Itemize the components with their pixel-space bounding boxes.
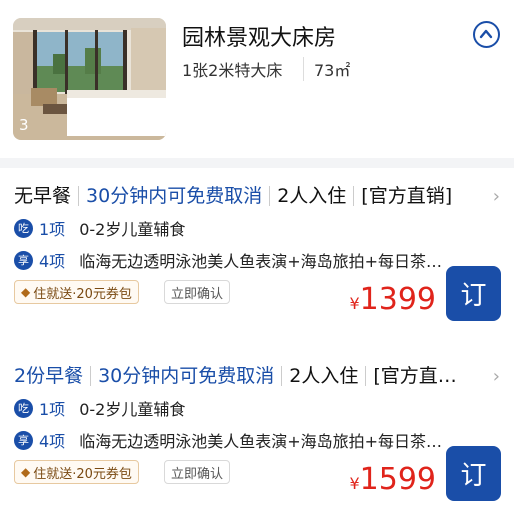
perk-row[interactable]: 享 4项 临海无边透明泳池美人鱼表演+海岛旅拍+每日茶…: [14, 429, 442, 451]
chevron-up-icon: [479, 29, 493, 39]
perk-count: 4项: [39, 432, 66, 451]
promo-tag: ◆ 住就送·20元券包: [14, 460, 139, 484]
guest-count: 2人入住: [277, 186, 355, 206]
breakfast-label: 无早餐: [14, 186, 80, 206]
rate-plan-card[interactable]: 2份早餐 30分钟内可免费取消 2人入住 [官方直… › 吃 1项 0-2岁儿童…: [0, 350, 514, 512]
promo-tag-label: 住就送·20元券包: [33, 286, 132, 302]
rate-plan-summary: 2份早餐 30分钟内可免费取消 2人入住 [官方直…: [14, 362, 500, 390]
book-button[interactable]: 订: [446, 446, 501, 501]
photo-count: 3: [19, 116, 29, 134]
perk-text: 临海无边透明泳池美人鱼表演+海岛旅拍+每日茶…: [79, 432, 443, 451]
room-photo[interactable]: 3: [13, 18, 166, 140]
room-header: 3 园林景观大床房 1张2米特大床 73㎡: [0, 0, 514, 158]
section-divider: [0, 158, 514, 168]
gift-icon: ◆: [21, 285, 31, 299]
cancel-policy: 30分钟内可免费取消: [86, 186, 271, 206]
gift-icon: ◆: [21, 465, 31, 479]
instant-confirm-tag: 立即确认: [164, 280, 231, 304]
channel-label: [官方直…: [373, 365, 457, 387]
currency-symbol: ¥: [349, 294, 360, 313]
perk-text: 临海无边透明泳池美人鱼表演+海岛旅拍+每日茶…: [79, 252, 443, 271]
channel-label: [官方直销]: [361, 185, 453, 207]
promo-tag-label: 住就送·20元券包: [33, 466, 132, 482]
dining-icon: 吃: [14, 218, 33, 238]
perk-count: 1项: [39, 220, 66, 239]
promo-tag: ◆ 住就送·20元券包: [14, 280, 139, 304]
book-button[interactable]: 订: [446, 266, 501, 321]
collapse-button[interactable]: [473, 21, 500, 48]
currency-symbol: ¥: [349, 474, 360, 493]
room-bed-info: 1张2米特大床: [182, 61, 283, 80]
perk-count: 1项: [39, 400, 66, 419]
instant-confirm-tag: 立即确认: [164, 460, 231, 484]
benefit-icon: 享: [14, 430, 33, 450]
benefit-icon: 享: [14, 250, 33, 270]
rate-plan-summary: 无早餐 30分钟内可免费取消 2人入住 [官方直销]: [14, 182, 500, 210]
cancel-policy: 30分钟内可免费取消: [98, 366, 283, 386]
room-area: 73㎡: [303, 57, 350, 81]
perk-text: 0-2岁儿童辅食: [79, 400, 186, 419]
dining-icon: 吃: [14, 398, 33, 418]
rate-plan-card[interactable]: 无早餐 30分钟内可免费取消 2人入住 [官方直销] › 吃 1项 0-2岁儿童…: [0, 170, 514, 348]
price: ¥1399: [349, 282, 436, 317]
room-photo-image: [13, 18, 166, 140]
perk-row[interactable]: 享 4项 临海无边透明泳池美人鱼表演+海岛旅拍+每日茶…: [14, 249, 442, 271]
chevron-right-icon[interactable]: ›: [493, 186, 500, 207]
price: ¥1599: [349, 462, 436, 497]
perk-count: 4项: [39, 252, 66, 271]
perk-row[interactable]: 吃 1项 0-2岁儿童辅食: [14, 217, 185, 239]
breakfast-label: 2份早餐: [14, 366, 92, 386]
perk-text: 0-2岁儿童辅食: [79, 220, 186, 239]
price-amount: 1399: [359, 282, 436, 317]
room-title: 园林景观大床房: [182, 26, 337, 51]
guest-count: 2人入住: [289, 366, 367, 386]
perk-row[interactable]: 吃 1项 0-2岁儿童辅食: [14, 397, 185, 419]
chevron-right-icon[interactable]: ›: [493, 366, 500, 387]
price-amount: 1599: [359, 462, 436, 497]
